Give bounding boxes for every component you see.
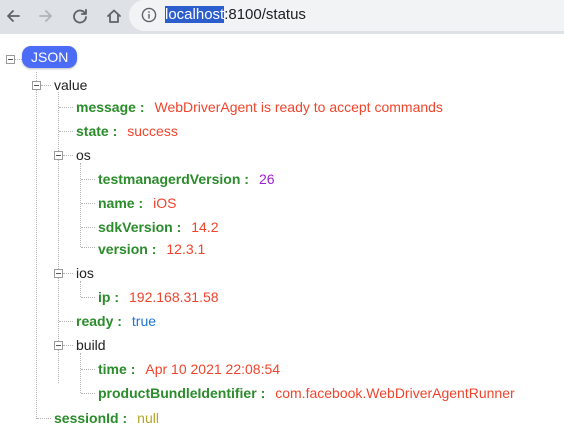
separator: : [260,385,266,401]
string-value: com.facebook.WebDriverAgentRunner [275,385,515,401]
key-label: name [98,195,135,211]
tree-connector [59,321,73,322]
key-label: version [98,241,148,257]
tree-connector [59,107,73,108]
tree-connector [80,353,81,393]
url-path: :8100/status [224,6,306,23]
entry-sessionId: sessionId : null [54,409,159,427]
string-value: 192.168.31.58 [129,289,219,305]
build-label[interactable]: build [76,336,106,354]
tree-connector [15,59,22,60]
json-tree-viewer: JSON value message : WebDriverAgent is re… [0,34,564,431]
root-json-badge[interactable]: JSON [22,46,78,68]
key-label: state [76,123,109,139]
entry-version: version :12.3.1 [98,240,205,258]
key-label: productBundleIdentifier [98,385,257,401]
separator: : [130,361,136,377]
string-value: iOS [153,195,177,211]
separator: : [139,99,145,115]
tree-connector [63,273,73,274]
browser-toolbar: localhost:8100/status [0,0,564,34]
separator: : [151,241,157,257]
string-value: 12.3.1 [166,241,206,257]
tree-connector [80,281,81,297]
tree-connector [81,393,95,394]
separator: : [112,123,118,139]
string-value: Apr 10 2021 22:08:54 [145,361,281,377]
address-bar[interactable]: localhost:8100/status [129,0,564,31]
url-text[interactable]: localhost:8100/status [165,6,306,23]
back-button[interactable] [0,3,26,29]
home-icon [107,9,121,23]
forward-arrow-icon [39,10,52,22]
reload-icon [73,8,87,24]
entry-message: message : WebDriverAgent is ready to acce… [76,98,443,116]
tree-connector [80,163,81,247]
entry-productBundleIdentifier: productBundleIdentifier : com.facebook.We… [98,384,515,402]
number-value: 26 [258,171,275,187]
tree-connector [59,131,73,132]
tree-connector [81,203,95,204]
tree-connector [41,85,51,86]
os-label[interactable]: os [76,146,91,164]
entry-name: name : iOS [98,194,176,212]
entry-testmanagerdVersion: testmanagerdVersion :26 [98,170,275,188]
collapse-toggle-icon[interactable] [6,55,15,64]
key-label: testmanagerdVersion [98,171,241,187]
key-label: sessionId [54,410,119,426]
tree-connector [63,155,73,156]
entry-state: state : success [76,122,178,140]
key-label: time [98,361,127,377]
tree-connector [81,247,95,248]
url-host: localhost [165,6,225,23]
back-arrow-icon [7,10,20,22]
string-value: success [127,123,178,139]
tree-connector [37,418,51,419]
separator: : [244,171,249,187]
separator: : [176,219,182,235]
separator: : [122,410,128,426]
tree-connector [58,92,59,383]
collapse-toggle-icon[interactable] [54,269,63,278]
entry-ready: ready : true [76,312,156,330]
tree-connector [81,369,95,370]
forward-button[interactable] [33,3,59,29]
separator: : [138,195,144,211]
tree-connector [36,72,37,419]
key-label: ready [76,313,114,329]
key-label: ip [98,289,111,305]
collapse-toggle-icon[interactable] [32,81,41,90]
value-label[interactable]: value [54,76,87,94]
home-button[interactable] [101,3,127,29]
tree-connector [81,297,95,298]
key-label: sdkVersion [98,219,173,235]
tree-connector [81,179,95,180]
info-icon[interactable] [141,7,157,23]
null-value: null [137,410,159,426]
entry-time: time : Apr 10 2021 22:08:54 [98,360,280,378]
separator: : [117,313,122,329]
entry-ip: ip :192.168.31.58 [98,288,219,306]
string-value: 14.2 [191,219,219,235]
ios-label[interactable]: ios [76,264,94,282]
entry-sdkVersion: sdkVersion :14.2 [98,218,219,236]
boolean-value: true [131,313,157,329]
reload-button[interactable] [67,3,93,29]
separator: : [114,289,120,305]
tree-connector [81,227,95,228]
collapse-toggle-icon[interactable] [54,151,63,160]
string-value: WebDriverAgent is ready to accept comman… [154,99,443,115]
tree-connector [63,345,73,346]
collapse-toggle-icon[interactable] [54,341,63,350]
key-label: message [76,99,136,115]
